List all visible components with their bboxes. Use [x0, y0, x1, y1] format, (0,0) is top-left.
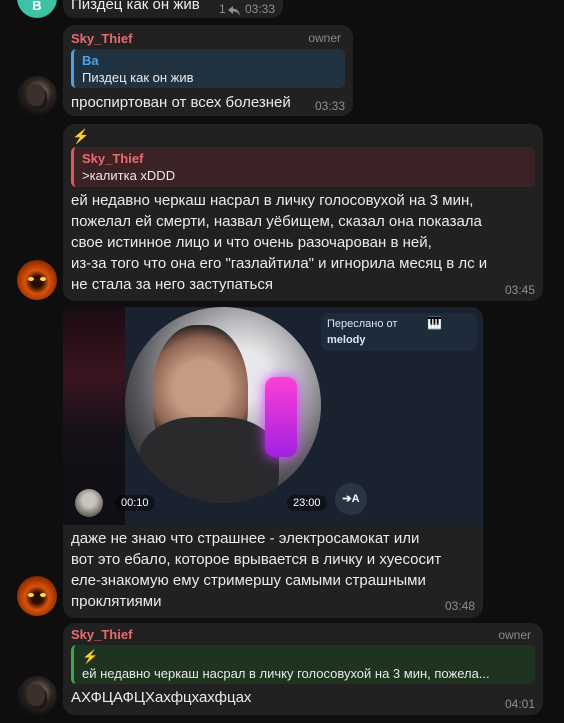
forward-label-box[interactable]: Переслано от 🎹 melody [321, 313, 477, 351]
bolt-icon: ⚡ [72, 128, 90, 144]
message-bubble-1[interactable]: Sky_Thief owner Ba Пиздец как он жив про… [63, 25, 353, 116]
message-bubble-2[interactable]: ⚡ Sky_Thief >калитка xDDD ей недавно чер… [63, 124, 543, 301]
video-duration: 00:10 [115, 495, 155, 511]
message-text: даже не знаю что страшнее - электросамок… [71, 530, 442, 610]
message-time: 03:33 [314, 99, 345, 113]
avatar-fox[interactable] [17, 260, 57, 300]
video-circle [125, 307, 321, 503]
reply-author: Ba [82, 53, 99, 68]
translate-arrow-icon: ➔ [342, 493, 352, 505]
avatar-sky-thief[interactable] [17, 676, 57, 716]
owner-badge: owner [498, 628, 531, 642]
reply-author: Sky_Thief [82, 151, 144, 166]
reply-quote[interactable]: Ba Пиздец как он жив [71, 49, 345, 88]
author-name[interactable]: Sky_Thief [71, 31, 132, 46]
message-bubble-3[interactable]: Переслано от 🎹 melody 00:10 23:00 ➔A даж… [63, 307, 483, 618]
avatar-fox[interactable] [17, 576, 57, 616]
message-text: АХФЦАФЦХахфцхахфцах [71, 689, 252, 706]
forward-label: Переслано от [327, 318, 398, 330]
author-name[interactable]: Sky_Thief [71, 627, 132, 642]
reply-text: ей недавно черкаш насрал в личку голосов… [82, 666, 490, 681]
message-time: 03:45 [504, 283, 535, 297]
avatar-letter: B [32, 0, 42, 13]
translate-button[interactable]: ➔A [335, 483, 367, 515]
message-time: 03:48 [444, 599, 475, 613]
reply-text: >калитка xDDD [82, 168, 176, 183]
view-count: 1 [219, 2, 226, 16]
message-time: 03:33 [245, 2, 276, 16]
message-bubble-0[interactable]: Пиздец как он жив 1 03:33 [63, 0, 283, 18]
reply-quote[interactable]: Sky_Thief >калитка xDDD [71, 147, 535, 187]
avatar-b[interactable]: B [17, 0, 57, 18]
message-bubble-4[interactable]: Sky_Thief owner ⚡ ей недавно черкаш наср… [63, 623, 543, 715]
message-text: проспиртован от всех болезней [71, 94, 291, 111]
message-time: 04:01 [504, 697, 535, 711]
avatar-sky-thief[interactable] [17, 76, 57, 116]
video-author-thumb[interactable] [75, 489, 103, 517]
video-total: 23:00 [287, 495, 327, 511]
reply-arrow-icon [228, 3, 241, 21]
reply-quote[interactable]: ⚡ ей недавно черкаш насрал в личку голос… [71, 645, 535, 684]
owner-badge: owner [308, 31, 341, 45]
message-text: ей недавно черкаш насрал в личку голосов… [71, 192, 488, 293]
forward-from[interactable]: melody [327, 334, 366, 346]
bolt-icon: ⚡ [82, 649, 99, 664]
video-preview[interactable]: Переслано от 🎹 melody 00:10 23:00 ➔A [63, 307, 483, 525]
reply-text: Пиздец как он жив [82, 70, 194, 85]
translate-label: A [351, 493, 360, 505]
piano-icon: 🎹 [427, 316, 442, 330]
message-text: Пиздец как он жив [71, 0, 200, 13]
